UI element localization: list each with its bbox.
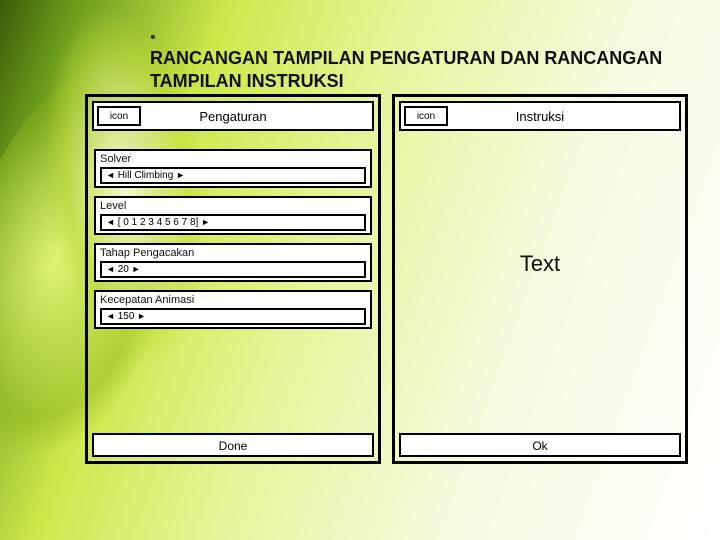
ok-button[interactable]: Ok [399, 433, 681, 457]
instruction-body-text: Text [395, 251, 685, 277]
bullet-icon: • [150, 29, 156, 47]
arrow-right-icon[interactable]: ► [132, 264, 141, 274]
shuffle-field: Tahap Pengacakan ◄ 20 ► [94, 243, 372, 282]
slide-title: RANCANGAN TAMPILAN PENGATURAN DAN RANCAN… [150, 47, 690, 94]
title-row: • RANCANGAN TAMPILAN PENGATURAN DAN RANC… [150, 26, 690, 94]
arrow-left-icon[interactable]: ◄ [106, 170, 115, 180]
shuffle-selector[interactable]: ◄ 20 ► [100, 261, 366, 278]
arrow-right-icon[interactable]: ► [176, 170, 185, 180]
level-selector[interactable]: ◄ [ 0 1 2 3 4 5 6 7 8] ► [100, 214, 366, 231]
instruction-header: icon Instruksi [399, 101, 681, 131]
shuffle-label: Tahap Pengacakan [100, 247, 366, 259]
solver-label: Solver [100, 153, 366, 165]
settings-header: icon Pengaturan [92, 101, 374, 131]
arrow-right-icon[interactable]: ► [201, 217, 210, 227]
instruction-panel: icon Instruksi Text Ok [392, 94, 688, 464]
speed-value: 150 [118, 311, 135, 322]
arrow-left-icon[interactable]: ◄ [106, 217, 115, 227]
level-value: [ 0 1 2 3 4 5 6 7 8] [118, 217, 199, 228]
shuffle-value: 20 [118, 264, 129, 275]
speed-field: Kecepatan Animasi ◄ 150 ► [94, 290, 372, 329]
arrow-right-icon[interactable]: ► [137, 311, 146, 321]
instruction-icon: icon [404, 106, 448, 126]
settings-panel: icon Pengaturan Solver ◄ Hill Climbing ►… [85, 94, 381, 464]
done-button[interactable]: Done [92, 433, 374, 457]
speed-label: Kecepatan Animasi [100, 294, 366, 306]
solver-selector[interactable]: ◄ Hill Climbing ► [100, 167, 366, 184]
arrow-left-icon[interactable]: ◄ [106, 311, 115, 321]
arrow-left-icon[interactable]: ◄ [106, 264, 115, 274]
solver-field: Solver ◄ Hill Climbing ► [94, 149, 372, 188]
slide: • RANCANGAN TAMPILAN PENGATURAN DAN RANC… [0, 0, 720, 540]
speed-selector[interactable]: ◄ 150 ► [100, 308, 366, 325]
level-field: Level ◄ [ 0 1 2 3 4 5 6 7 8] ► [94, 196, 372, 235]
solver-value: Hill Climbing [118, 170, 174, 181]
settings-icon: icon [97, 106, 141, 126]
level-label: Level [100, 200, 366, 212]
